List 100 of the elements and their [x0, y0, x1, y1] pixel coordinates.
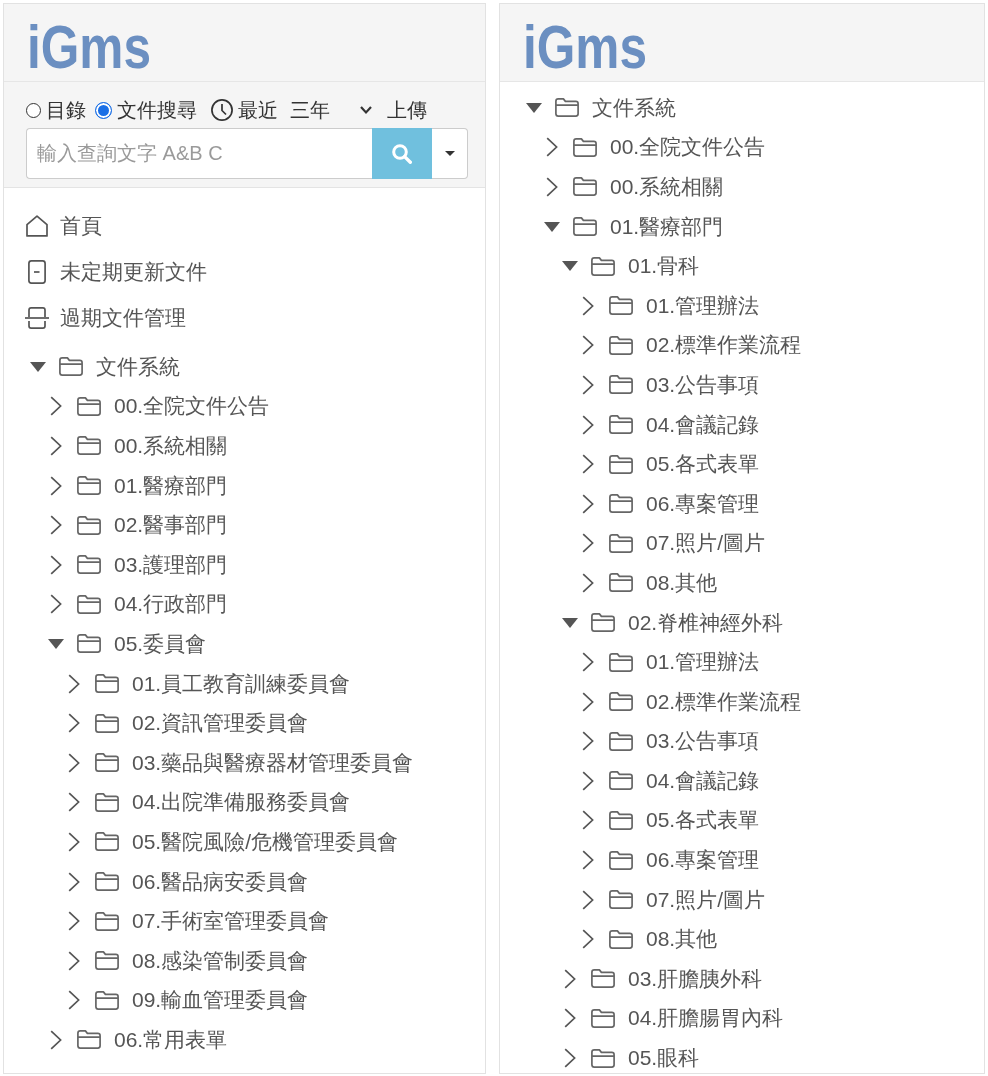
chevron-right-icon[interactable] [68, 911, 80, 932]
caret-down-icon[interactable] [562, 617, 578, 628]
chevron-right-icon[interactable] [546, 137, 558, 158]
folder-label[interactable]: 04.出院準備服務委員會 [132, 788, 351, 817]
caret-down-icon[interactable] [526, 102, 542, 113]
chevron-right-icon[interactable] [68, 713, 80, 734]
chevron-right-icon[interactable] [582, 414, 594, 435]
folder-label[interactable]: 04.行政部門 [114, 590, 228, 619]
folder-label[interactable]: 01.醫療部門 [114, 471, 228, 500]
chevron-right-icon[interactable] [582, 374, 594, 395]
folder-label[interactable]: 08.感染管制委員會 [132, 946, 309, 975]
folder-label[interactable]: 00.系統相關 [610, 173, 724, 201]
folder-icon [573, 137, 597, 157]
chevron-right-icon[interactable] [582, 691, 594, 712]
chevron-right-icon[interactable] [68, 792, 80, 813]
upload-link[interactable]: 上傳 [387, 96, 427, 124]
folder-label[interactable]: 09.輸血管理委員會 [132, 986, 309, 1015]
chevron-right-icon[interactable] [50, 594, 62, 615]
folder-label[interactable]: 00.系統相關 [114, 432, 228, 460]
chevron-right-icon[interactable] [582, 533, 594, 554]
folder-label[interactable]: 00.全院文件公告 [114, 392, 270, 421]
folder-label[interactable]: 05.委員會 [114, 629, 207, 658]
folder-label[interactable]: 03.公告事項 [646, 727, 760, 756]
chevron-right-icon[interactable] [50, 436, 62, 456]
range-select[interactable]: 三年 [290, 96, 372, 124]
chevron-right-icon[interactable] [50, 515, 62, 536]
folder-label[interactable]: 01.管理辦法 [646, 291, 760, 320]
chevron-right-icon[interactable] [582, 572, 594, 593]
nav-link[interactable]: 首頁 [25, 203, 485, 249]
folder-label[interactable]: 02.標準作業流程 [646, 687, 802, 716]
nav-link[interactable]: 過期文件管理 [25, 295, 485, 341]
folder-label[interactable]: 05.各式表單 [646, 450, 760, 479]
chevron-right-icon[interactable] [546, 177, 558, 197]
chevron-right-icon[interactable] [564, 1008, 576, 1029]
folder-label[interactable]: 文件系統 [592, 93, 676, 122]
radio-button[interactable] [95, 101, 112, 119]
chevron-right-icon[interactable] [582, 493, 594, 514]
chevron-right-icon[interactable] [50, 1029, 62, 1050]
folder-label[interactable]: 05.各式表單 [646, 806, 760, 835]
chevron-right-icon[interactable] [582, 770, 594, 791]
chevron-right-icon[interactable] [582, 652, 594, 673]
folder-label[interactable]: 02.資訊管理委員會 [132, 709, 309, 738]
folder-label[interactable]: 06.醫品病安委員會 [132, 867, 309, 896]
folder-label[interactable]: 01.醫療部門 [610, 212, 724, 241]
folder-label[interactable]: 01.骨科 [628, 252, 700, 281]
folder-label[interactable]: 02.標準作業流程 [646, 331, 802, 360]
search-field[interactable]: 輸入查詢文字 A&B C [26, 128, 372, 179]
chevron-right-icon[interactable] [68, 990, 80, 1011]
folder-label[interactable]: 06.常用表單 [114, 1025, 228, 1054]
folder-label[interactable]: 02.脊椎神經外科 [628, 608, 784, 637]
caret-down-icon[interactable] [544, 221, 560, 232]
folder-icon [77, 476, 101, 496]
folder-label[interactable]: 04.會議記錄 [646, 766, 760, 795]
caret-down-icon[interactable] [48, 638, 64, 649]
chevron-right-icon[interactable] [50, 475, 62, 496]
chevron-right-icon[interactable] [564, 968, 576, 989]
radio-option[interactable]: 目錄 [26, 96, 86, 124]
folder-label[interactable]: 04.肝膽腸胃內科 [628, 1004, 784, 1033]
chevron-right-icon[interactable] [582, 295, 594, 316]
chevron-right-icon[interactable] [68, 831, 80, 852]
radio-option[interactable]: 文件搜尋 [95, 96, 197, 124]
folder-label[interactable]: 07.照片/圖片 [646, 529, 766, 558]
folder-label[interactable]: 04.會議記錄 [646, 410, 760, 439]
folder-label[interactable]: 03.肝膽胰外科 [628, 964, 763, 993]
chevron-right-icon[interactable] [50, 396, 62, 417]
folder-label[interactable]: 03.藥品與醫療器材管理委員會 [132, 748, 414, 777]
folder-label[interactable]: 07.手術室管理委員會 [132, 907, 330, 936]
chevron-right-icon[interactable] [68, 673, 80, 694]
folder-label[interactable]: 00.全院文件公告 [610, 133, 766, 162]
folder-label[interactable]: 06.專案管理 [646, 489, 760, 518]
folder-label[interactable]: 07.照片/圖片 [646, 885, 766, 914]
folder-label[interactable]: 08.其他 [646, 568, 718, 597]
nav-link[interactable]: 未定期更新文件 [25, 249, 485, 295]
folder-label[interactable]: 05.醫院風險/危機管理委員會 [132, 827, 399, 856]
chevron-right-icon[interactable] [582, 889, 594, 910]
chevron-right-icon[interactable] [582, 850, 594, 871]
chevron-right-icon[interactable] [50, 554, 62, 575]
folder-label[interactable]: 03.護理部門 [114, 550, 228, 579]
folder-label[interactable]: 01.員工教育訓練委員會 [132, 669, 351, 698]
chevron-right-icon[interactable] [68, 950, 80, 971]
folder-label[interactable]: 01.管理辦法 [646, 648, 760, 677]
folder-label[interactable]: 08.其他 [646, 925, 718, 954]
folder-label[interactable]: 02.醫事部門 [114, 511, 228, 540]
folder-label[interactable]: 文件系統 [96, 352, 180, 381]
chevron-right-icon[interactable] [582, 810, 594, 831]
caret-down-icon[interactable] [30, 361, 46, 372]
chevron-right-icon[interactable] [582, 731, 594, 752]
chevron-right-icon[interactable] [582, 454, 594, 475]
folder-label[interactable]: 05.眼科 [628, 1044, 700, 1073]
chevron-right-icon[interactable] [582, 929, 594, 950]
radio-button[interactable] [26, 102, 41, 118]
chevron-right-icon[interactable] [68, 752, 80, 773]
folder-icon [609, 335, 633, 355]
folder-label[interactable]: 06.專案管理 [646, 846, 760, 875]
chevron-right-icon[interactable] [68, 871, 80, 892]
chevron-right-icon[interactable] [582, 335, 594, 356]
folder-label[interactable]: 03.公告事項 [646, 370, 760, 399]
chevron-right-icon[interactable] [564, 1048, 576, 1069]
caret-down-icon[interactable] [562, 261, 578, 272]
folder-icon [59, 357, 83, 377]
